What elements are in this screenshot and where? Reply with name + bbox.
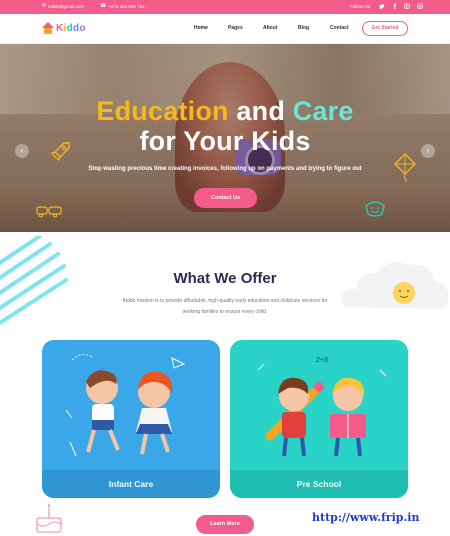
slider-prev-arrow-icon[interactable]: ‹ bbox=[15, 144, 29, 158]
nav-home[interactable]: Home bbox=[188, 20, 208, 34]
section-description: Kiddo mission is to provide affordable, … bbox=[122, 298, 328, 315]
nav-pages[interactable]: Pages bbox=[228, 25, 243, 31]
nav-contact[interactable]: Contact bbox=[330, 25, 349, 31]
main-navigation: Kiddo Home Pages About Blog Contact Get … bbox=[0, 14, 450, 44]
contact-us-button[interactable]: Contact Us bbox=[194, 188, 257, 208]
slider-next-arrow-icon[interactable]: › bbox=[421, 144, 435, 158]
offer-card-infant-care[interactable]: Infant Care bbox=[42, 340, 220, 498]
pinterest-icon[interactable] bbox=[403, 2, 411, 10]
smiley-doodle-icon bbox=[365, 201, 385, 217]
watermark-text: http://www.frip.in bbox=[312, 511, 420, 524]
email-text: kiddo@gmail.com bbox=[48, 4, 85, 9]
svg-text:2+3: 2+3 bbox=[316, 357, 328, 364]
phone-text: +976 254 898 754 bbox=[108, 4, 145, 9]
card-label: Pre School bbox=[230, 470, 408, 498]
cake-doodle-icon bbox=[36, 503, 62, 533]
offer-card-pre-school[interactable]: 2+3 Pre School bbox=[230, 340, 408, 498]
house-logo-icon bbox=[42, 22, 54, 34]
follow-label: Follow Us: bbox=[350, 4, 372, 9]
cloud-sun-decoration bbox=[341, 262, 449, 309]
card-label: Infant Care bbox=[42, 470, 220, 498]
logo[interactable]: Kiddo bbox=[42, 22, 86, 34]
hero-title-line1: Education and Care bbox=[96, 96, 354, 126]
mail-icon: ✉ bbox=[42, 3, 47, 9]
nav-about[interactable]: About bbox=[263, 25, 277, 31]
instagram-icon[interactable] bbox=[417, 3, 423, 9]
kids-learning-illustration: 2+3 bbox=[257, 357, 387, 457]
section-title: What We Offer bbox=[173, 270, 277, 287]
email-contact[interactable]: ✉ kiddo@gmail.com bbox=[42, 3, 85, 10]
twitter-icon[interactable] bbox=[379, 3, 385, 9]
learn-more-button[interactable]: Learn More bbox=[196, 515, 254, 534]
top-contact-bar: ✉ kiddo@gmail.com ☎ +976 254 898 754 Fol… bbox=[0, 0, 450, 14]
kids-jumping-illustration bbox=[65, 354, 186, 457]
hero-banner: Education and Care for Your Kids Stop wa… bbox=[0, 44, 450, 232]
nav-blog[interactable]: Blog bbox=[298, 25, 309, 31]
kite-doodle-icon bbox=[394, 153, 416, 183]
phone-icon: ☎ bbox=[100, 3, 107, 9]
rocket-doodle-icon bbox=[51, 142, 70, 161]
phone-contact[interactable]: ☎ +976 254 898 754 bbox=[100, 3, 145, 10]
hero-subtitle: Stop wasting precious time creating invo… bbox=[88, 166, 362, 172]
logo-text: Kiddo bbox=[56, 22, 86, 34]
train-doodle-icon bbox=[36, 206, 62, 218]
facebook-icon[interactable] bbox=[392, 3, 398, 9]
get-started-button[interactable]: Get Started bbox=[362, 21, 408, 36]
